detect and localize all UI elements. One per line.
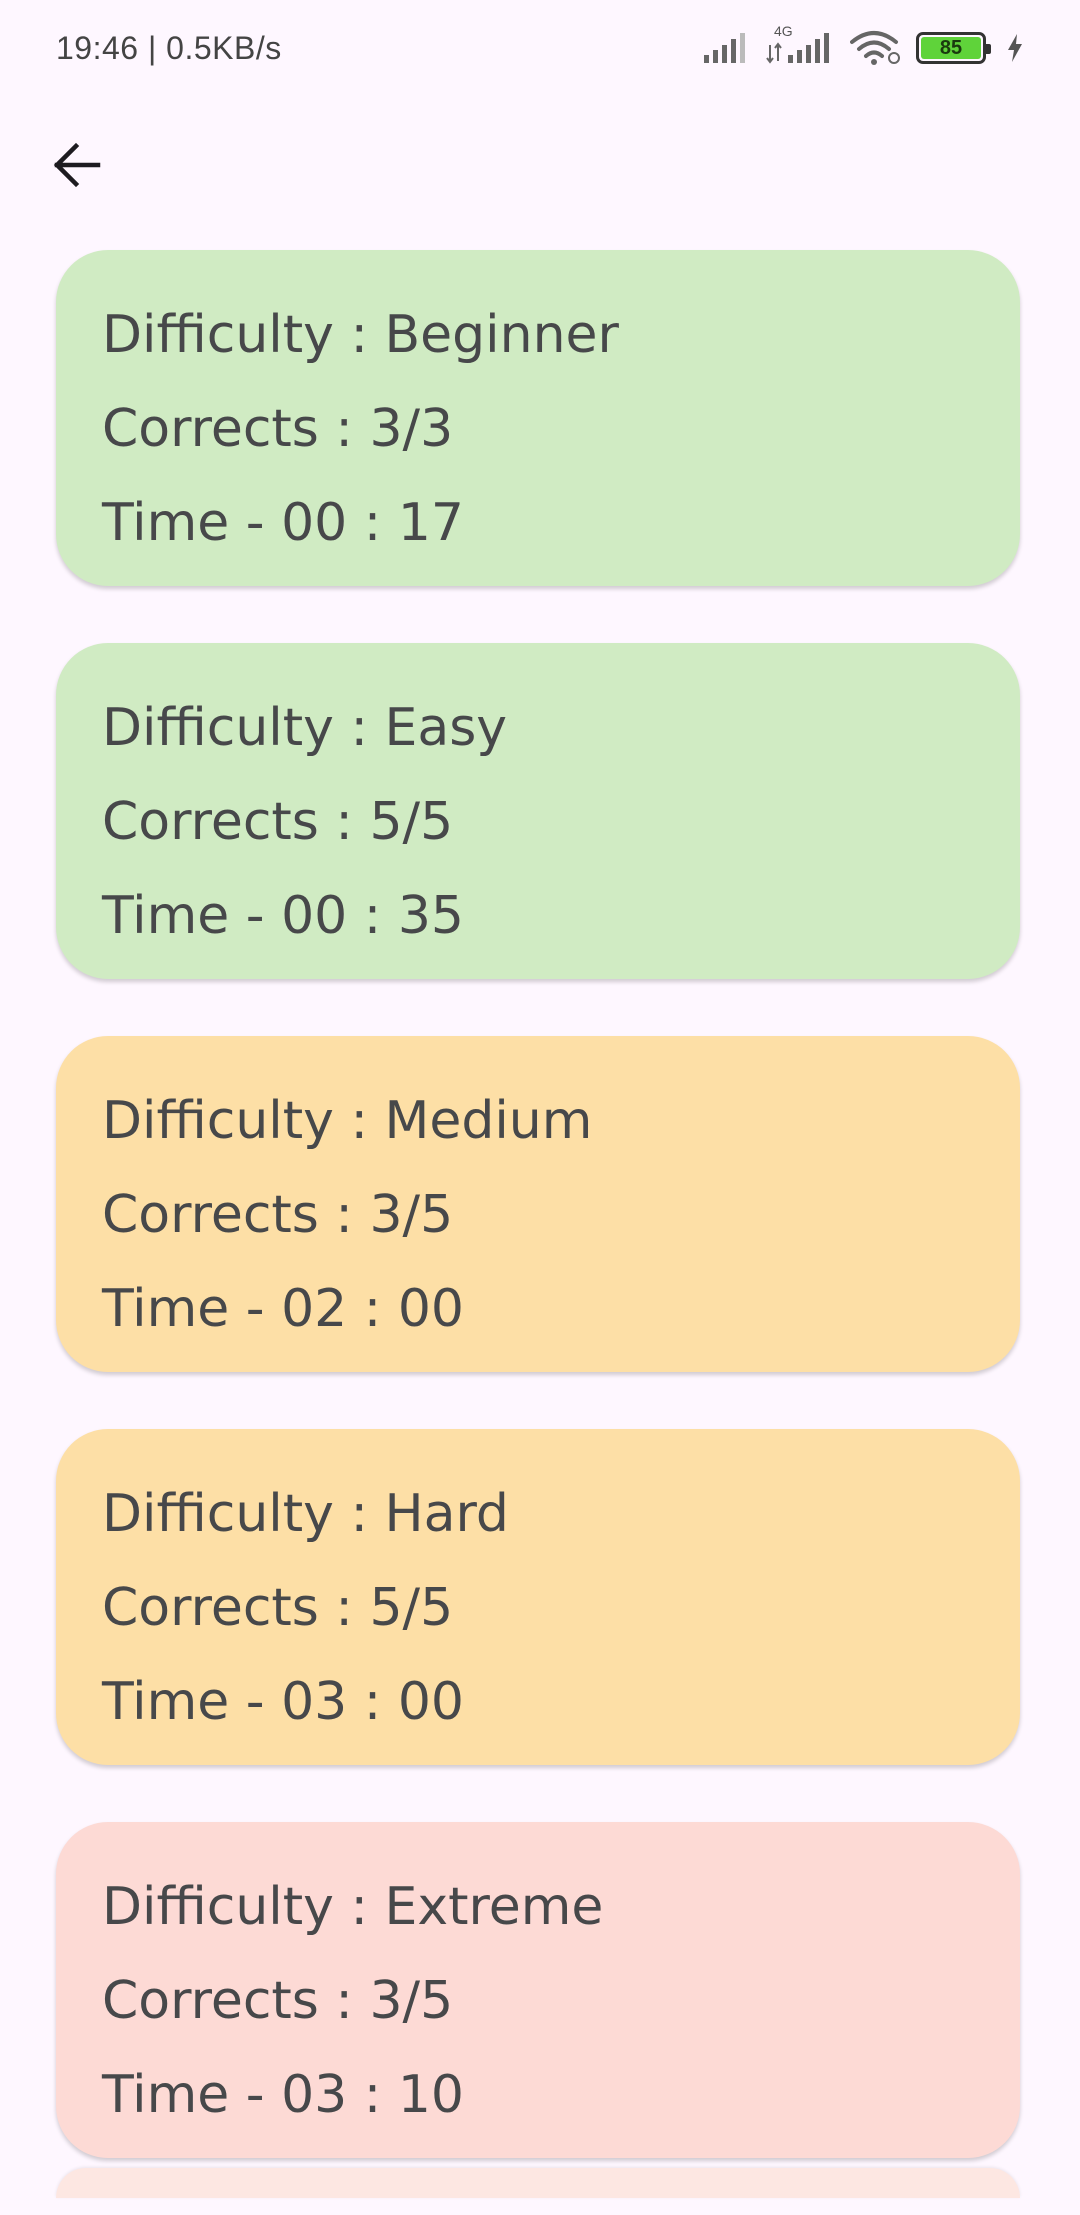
network-type-label: 4G (774, 23, 793, 39)
battery-icon: 85 (916, 32, 991, 64)
time-label: Time - 03 : 10 (102, 2065, 464, 2125)
corrects-label: Corrects : 3/5 (102, 1971, 454, 2031)
battery-level: 85 (921, 37, 981, 59)
time-label: Time - 03 : 00 (102, 1672, 464, 1732)
corrects-label: Corrects : 5/5 (102, 792, 454, 852)
charging-icon (1006, 33, 1024, 63)
result-card-partial[interactable] (56, 2168, 1020, 2198)
result-card-hard[interactable]: Difficulty : Hard Corrects : 5/5 Time - … (56, 1429, 1020, 1765)
corrects-label: Corrects : 3/3 (102, 399, 454, 459)
time-label: Time - 02 : 00 (102, 1279, 464, 1339)
result-card-beginner[interactable]: Difficulty : Beginner Corrects : 3/3 Tim… (56, 250, 1020, 586)
result-card-extreme[interactable]: Difficulty : Extreme Corrects : 3/5 Time… (56, 1822, 1020, 2158)
difficulty-label: Difficulty : Hard (102, 1484, 509, 1544)
difficulty-label: Difficulty : Beginner (102, 305, 619, 365)
signal-strength-icon (702, 31, 752, 65)
back-button[interactable] (44, 132, 110, 198)
result-card-easy[interactable]: Difficulty : Easy Corrects : 5/5 Time - … (56, 643, 1020, 979)
arrow-left-icon (53, 142, 101, 188)
status-bar: 19:46 | 0.5KB/s 4G 85 (0, 0, 1080, 96)
corrects-label: Corrects : 5/5 (102, 1578, 454, 1638)
app-bar (0, 108, 1080, 220)
corrects-label: Corrects : 3/5 (102, 1185, 454, 1245)
status-icons: 4G 85 (702, 23, 1024, 66)
time-label: Time - 00 : 35 (102, 886, 464, 946)
status-time-speed: 19:46 | 0.5KB/s (56, 29, 282, 66)
wifi-icon (850, 30, 902, 66)
time-label: Time - 00 : 17 (102, 493, 464, 553)
results-list: Difficulty : Beginner Corrects : 3/3 Tim… (56, 250, 1020, 2215)
signal-4g-icon: 4G (766, 23, 836, 65)
result-card-medium[interactable]: Difficulty : Medium Corrects : 3/5 Time … (56, 1036, 1020, 1372)
difficulty-label: Difficulty : Extreme (102, 1877, 604, 1937)
difficulty-label: Difficulty : Medium (102, 1091, 593, 1151)
difficulty-label: Difficulty : Easy (102, 698, 508, 758)
